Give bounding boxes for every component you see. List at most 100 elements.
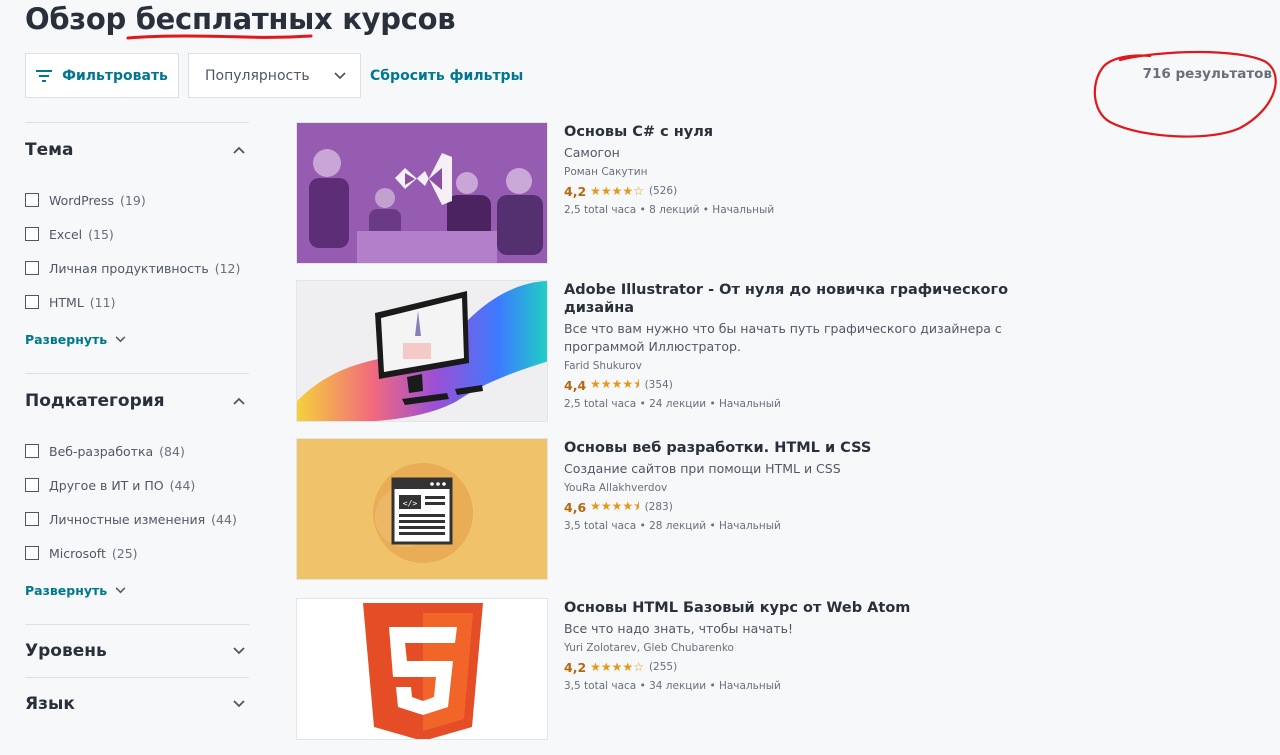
svg-text:</>: </> <box>403 499 418 508</box>
section-header-subcategory[interactable]: Подкатегория <box>25 374 249 428</box>
option-label: WordPress <box>49 192 115 208</box>
csharp-course-image <box>297 123 547 263</box>
checkbox[interactable] <box>25 261 39 275</box>
checkbox[interactable] <box>25 295 39 309</box>
option-count: (44) <box>169 477 196 493</box>
course-thumbnail[interactable] <box>296 280 548 422</box>
star-rating-icon: ★★★★⯨ <box>590 376 640 391</box>
checkbox[interactable] <box>25 193 39 207</box>
filter-section-level: Уровень <box>25 624 249 677</box>
course-description: Все что вам нужно что бы начать путь гра… <box>564 321 1002 354</box>
checkbox[interactable] <box>25 512 39 526</box>
course-info: Основы HTML Базовый курс от Web Atom Все… <box>564 598 910 740</box>
checkbox[interactable] <box>25 227 39 241</box>
filter-section-subcategory: Подкатегория Веб-разработка (84) Другое … <box>25 373 249 624</box>
filter-option[interactable]: Excel (15) <box>25 217 249 251</box>
filter-option[interactable]: HTML (11) <box>25 285 249 319</box>
course-meta: 2,5 total часа • 24 лекции • Начальный <box>564 398 781 410</box>
course-description: Все что надо знать, чтобы начать! <box>564 621 793 636</box>
course-title[interactable]: Основы C# с нуля <box>564 123 774 141</box>
filter-option[interactable]: Microsoft (25) <box>25 536 249 570</box>
html-css-course-image: </> <box>297 439 547 579</box>
option-count: (12) <box>214 260 241 276</box>
filter-option[interactable]: Личная продуктивность (12) <box>25 251 249 285</box>
page-title: Обзор бесплатных курсов <box>25 2 456 36</box>
chevron-down-icon <box>233 647 245 655</box>
option-label: Microsoft <box>49 545 106 561</box>
chevron-up-icon <box>233 146 245 154</box>
checkbox[interactable] <box>25 478 39 492</box>
course-info: Основы C# с нуля Самогон Роман Сакутин 4… <box>564 122 774 264</box>
course-author: YouRa Allakhverdov <box>564 482 668 494</box>
rating-value: 4,2 <box>564 659 587 675</box>
course-title[interactable]: Основы веб разработки. HTML и CSS <box>564 439 871 457</box>
chevron-down-icon <box>115 335 126 342</box>
course-meta: 3,5 total часа • 28 лекций • Начальный <box>564 520 781 532</box>
expand-label: Развернуть <box>25 331 108 347</box>
course-description: Самогон <box>564 145 620 160</box>
illustrator-course-image <box>297 281 547 421</box>
chevron-down-icon <box>115 586 126 593</box>
option-label: Личностные изменения <box>49 511 206 527</box>
rating-value: 4,6 <box>564 499 587 515</box>
filter-lines-icon <box>36 69 53 82</box>
section-header-topic[interactable]: Тема <box>25 123 249 177</box>
option-count: (19) <box>120 192 146 208</box>
results-count: 716 результатов <box>1142 66 1272 82</box>
filter-section-topic: Тема WordPress (19) Excel (15) Личная пр… <box>25 122 249 373</box>
course-thumbnail[interactable]: </> <box>296 438 548 580</box>
section-header-level[interactable]: Уровень <box>25 625 249 677</box>
option-label: HTML <box>49 294 84 310</box>
course-card[interactable]: Adobe Illustrator - От нуля до новичка г… <box>296 280 1076 422</box>
review-count: (526) <box>648 185 678 197</box>
star-rating-icon: ★★★★☆ <box>590 184 644 198</box>
checkbox[interactable] <box>25 444 39 458</box>
course-meta: 3,5 total часа • 34 лекции • Начальный <box>564 680 781 692</box>
option-count: (15) <box>88 226 114 242</box>
red-circle-annotation <box>1093 50 1277 138</box>
expand-label: Развернуть <box>25 582 108 598</box>
course-info: Основы веб разработки. HTML и CSS Создан… <box>564 438 871 580</box>
course-title[interactable]: Adobe Illustrator - От нуля до новичка г… <box>564 281 1076 317</box>
filter-option[interactable]: WordPress (19) <box>25 183 249 217</box>
course-card[interactable]: Основы HTML Базовый курс от Web Atom Все… <box>296 598 910 740</box>
rating-value: 4,2 <box>564 183 587 199</box>
sort-select-value: Популярность <box>205 67 310 84</box>
star-rating-icon: ★★★★⯨ <box>590 498 640 513</box>
option-count: (44) <box>211 511 237 527</box>
filter-option[interactable]: Личностные изменения (44) <box>25 502 249 536</box>
section-title: Подкатегория <box>25 391 165 411</box>
expand-link[interactable]: Развернуть <box>25 570 249 610</box>
star-rating-icon: ★★★★☆ <box>590 660 644 674</box>
expand-link[interactable]: Развернуть <box>25 319 249 359</box>
option-label: Веб-разработка <box>49 443 154 459</box>
review-count: (283) <box>644 501 673 513</box>
option-count: (25) <box>111 545 138 561</box>
filter-button-label: Фильтровать <box>62 67 168 84</box>
chevron-up-icon <box>233 397 245 405</box>
course-meta: 2,5 total часа • 8 лекций • Начальный <box>564 204 775 216</box>
option-count: (84) <box>159 443 185 459</box>
course-thumbnail[interactable] <box>296 122 548 264</box>
course-rating: 4,6 ★★★★⯨ (283) <box>564 498 871 516</box>
review-count: (255) <box>648 661 678 673</box>
course-thumbnail[interactable] <box>296 598 548 740</box>
filter-button[interactable]: Фильтровать <box>25 53 179 98</box>
course-card[interactable]: </> Основы веб разработки. HTML и CSS Со… <box>296 438 871 580</box>
filter-option[interactable]: Другое в ИТ и ПО (44) <box>25 468 249 502</box>
section-header-language[interactable]: Язык <box>25 678 249 730</box>
sort-select[interactable]: Популярность <box>188 53 361 98</box>
checkbox[interactable] <box>25 546 39 560</box>
html5-course-image <box>297 599 547 739</box>
section-title: Язык <box>25 694 75 714</box>
course-author: Farid Shukurov <box>564 360 642 372</box>
reset-filters-link[interactable]: Сбросить фильтры <box>370 68 523 84</box>
course-card[interactable]: Основы C# с нуля Самогон Роман Сакутин 4… <box>296 122 774 264</box>
course-title[interactable]: Основы HTML Базовый курс от Web Atom <box>564 599 910 617</box>
filter-option[interactable]: Веб-разработка (84) <box>25 434 249 468</box>
section-title: Уровень <box>25 641 107 661</box>
chevron-down-icon <box>334 71 346 79</box>
filters-sidebar: Тема WordPress (19) Excel (15) Личная пр… <box>25 122 249 730</box>
rating-value: 4,4 <box>564 377 587 393</box>
course-rating: 4,4 ★★★★⯨ (354) <box>564 376 1076 394</box>
